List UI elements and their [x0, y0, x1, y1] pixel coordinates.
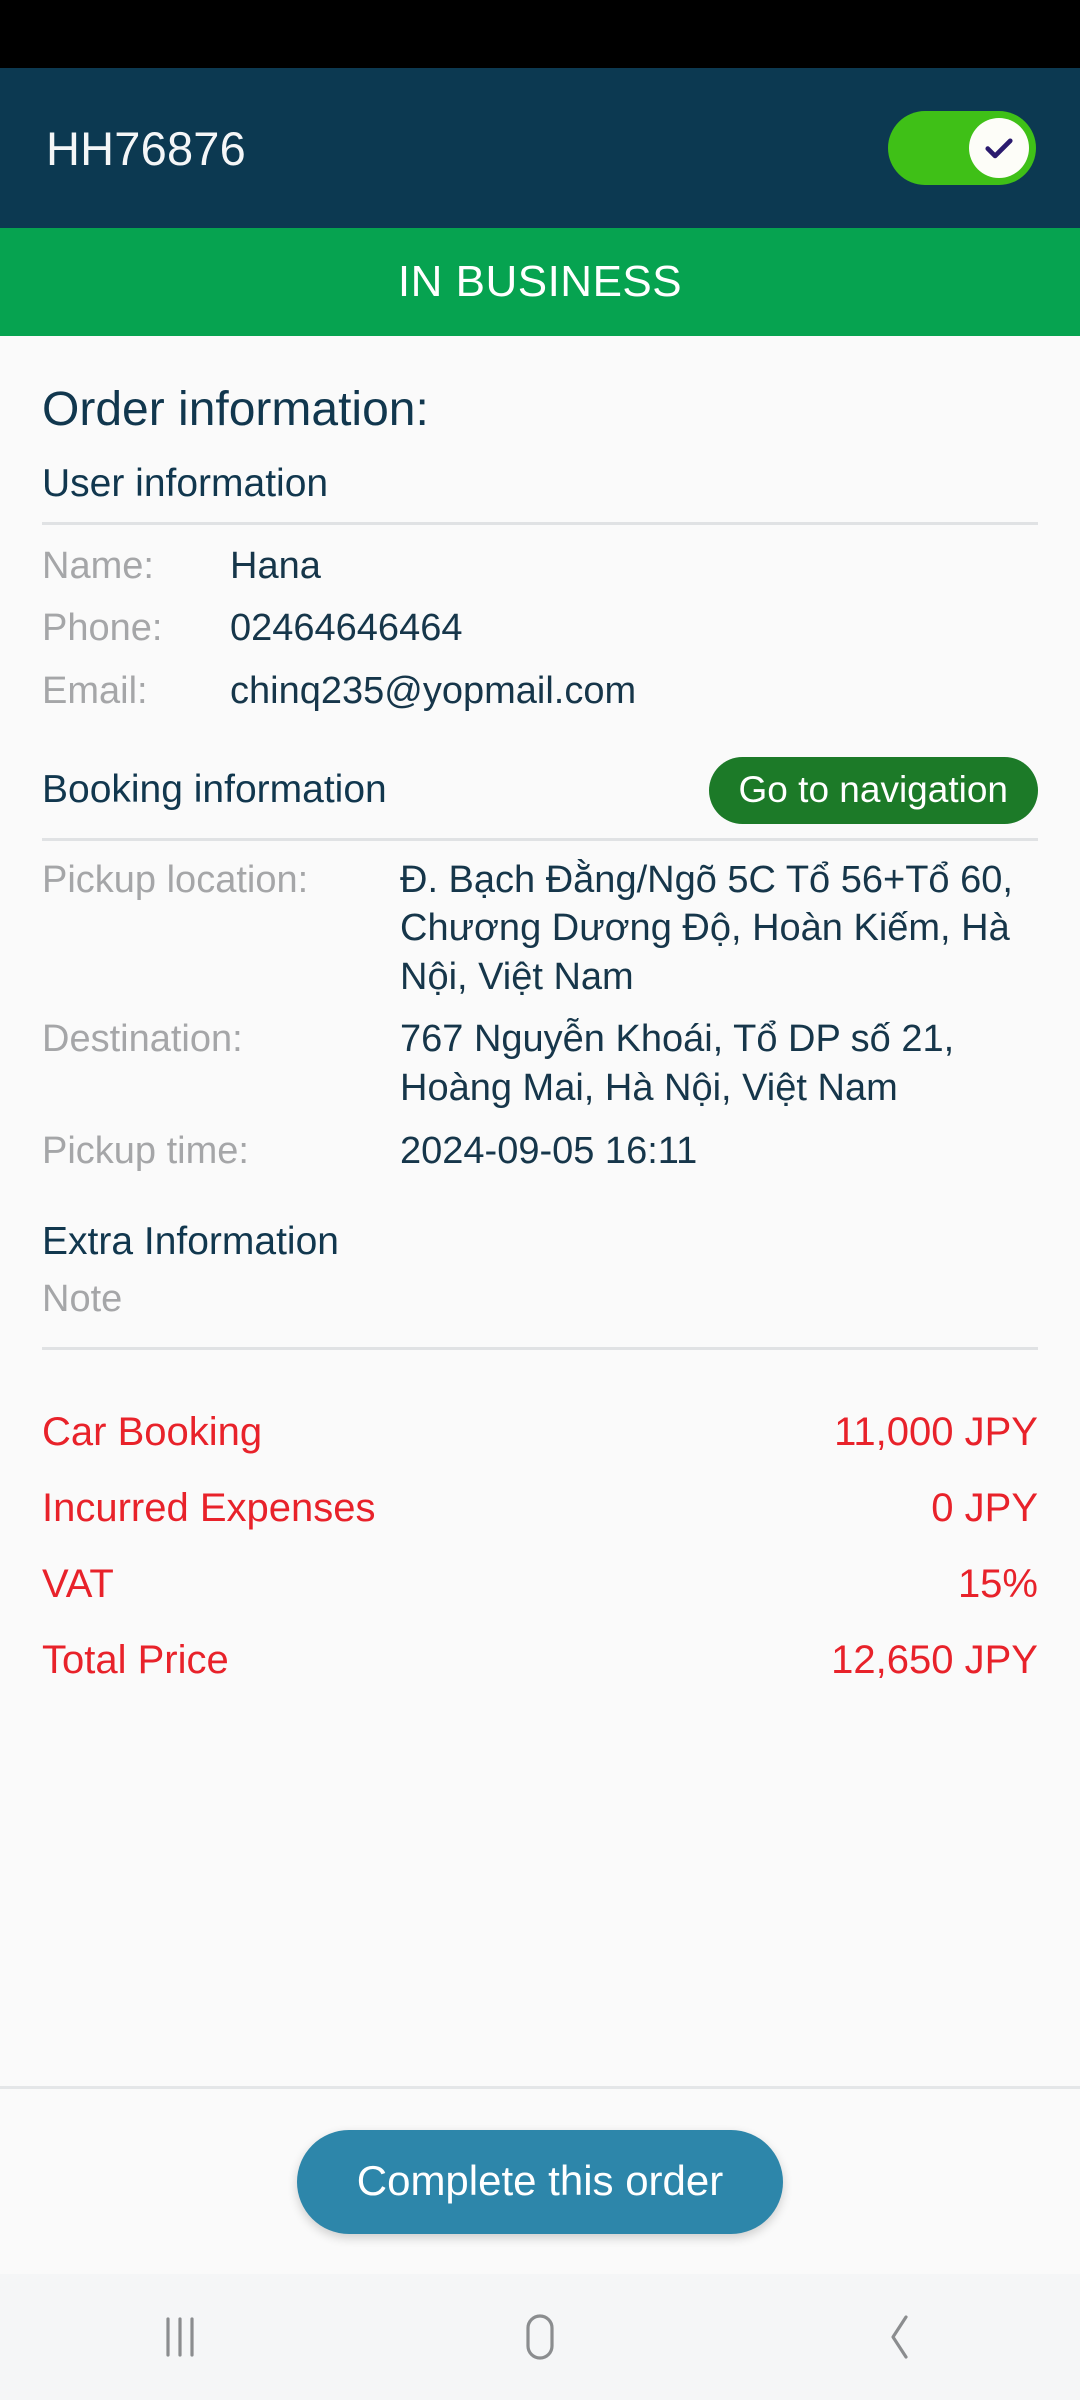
price-row-vat: VAT 15% [42, 1546, 1038, 1622]
price-label-car-booking: Car Booking [42, 1410, 263, 1455]
price-value-car-booking: 11,000 JPY [834, 1410, 1038, 1455]
recents-button[interactable] [105, 2274, 255, 2400]
extra-information-heading: Extra Information [42, 1220, 339, 1264]
order-details-scroll[interactable]: Order information: User information Name… [0, 336, 1080, 2086]
row-destination: Destination: 767 Nguyễn Khoái, Tổ DP số … [42, 1008, 1038, 1119]
toggle-knob [969, 118, 1029, 178]
value-email: chinq235@yopmail.com [230, 669, 637, 712]
go-to-navigation-button[interactable]: Go to navigation [708, 756, 1038, 824]
value-destination: 767 Nguyễn Khoái, Tổ DP số 21, Hoàng Mai… [400, 1018, 955, 1110]
price-row-car-booking: Car Booking 11,000 JPY [42, 1394, 1038, 1470]
row-phone: Phone: 02464646464 [42, 597, 1038, 660]
status-banner-label: IN BUSINESS [397, 257, 683, 306]
price-value-vat: 15% [957, 1562, 1038, 1607]
price-label-incurred-expenses: Incurred Expenses [42, 1486, 376, 1531]
system-status-bar [0, 0, 1080, 68]
app-bar: HH76876 [0, 68, 1080, 228]
check-icon [981, 130, 1017, 166]
value-pickup-time: 2024-09-05 16:11 [400, 1129, 698, 1172]
divider-booking [42, 837, 1038, 841]
price-label-total: Total Price [42, 1638, 229, 1683]
back-icon [880, 2311, 920, 2363]
label-email: Email: [42, 669, 148, 712]
order-status-toggle[interactable] [888, 111, 1036, 185]
booking-information-header: Booking information Go to navigation [42, 756, 1038, 824]
row-pickup-time: Pickup time: 2024-09-05 16:11 [42, 1120, 1038, 1183]
phone-screen: HH76876 IN BUSINESS Order information: U… [0, 0, 1080, 2400]
price-row-total: Total Price 12,650 JPY [42, 1622, 1038, 1698]
order-code-title: HH76876 [46, 121, 246, 175]
bottom-action-bar: Complete this order [0, 2086, 1080, 2274]
row-name: Name: Hana [42, 535, 1038, 598]
home-button[interactable] [465, 2274, 615, 2400]
back-button[interactable] [825, 2274, 975, 2400]
price-label-vat: VAT [42, 1562, 114, 1607]
price-value-total: 12,650 JPY [831, 1638, 1038, 1683]
price-summary: Car Booking 11,000 JPY Incurred Expenses… [42, 1394, 1038, 1698]
row-email: Email: chinq235@yopmail.com [42, 660, 1038, 723]
price-value-incurred-expenses: 0 JPY [931, 1486, 1038, 1531]
note-input[interactable]: Note [42, 1264, 1038, 1331]
value-name: Hana [230, 544, 321, 587]
value-pickup-location: Đ. Bạch Đằng/Ngõ 5C Tổ 56+Tổ 60, Chương … [400, 858, 1013, 998]
divider-user [42, 521, 1038, 525]
recents-icon [159, 2313, 201, 2361]
home-icon [516, 2311, 564, 2363]
complete-order-button[interactable]: Complete this order [296, 2129, 784, 2234]
label-name: Name: [42, 544, 154, 587]
label-pickup-location: Pickup location: [42, 858, 309, 901]
booking-information-heading: Booking information [42, 767, 387, 811]
price-row-incurred-expenses: Incurred Expenses 0 JPY [42, 1470, 1038, 1546]
divider-note [42, 1347, 1038, 1351]
label-phone: Phone: [42, 607, 163, 650]
android-navigation-bar [0, 2274, 1080, 2400]
row-pickup-location: Pickup location: Đ. Bạch Đằng/Ngõ 5C Tổ … [42, 849, 1038, 1009]
order-information-heading: Order information: [42, 383, 429, 436]
user-information-heading: User information [42, 461, 329, 505]
label-pickup-time: Pickup time: [42, 1129, 249, 1172]
label-destination: Destination: [42, 1018, 243, 1061]
status-banner: IN BUSINESS [0, 228, 1080, 336]
value-phone: 02464646464 [230, 607, 463, 650]
